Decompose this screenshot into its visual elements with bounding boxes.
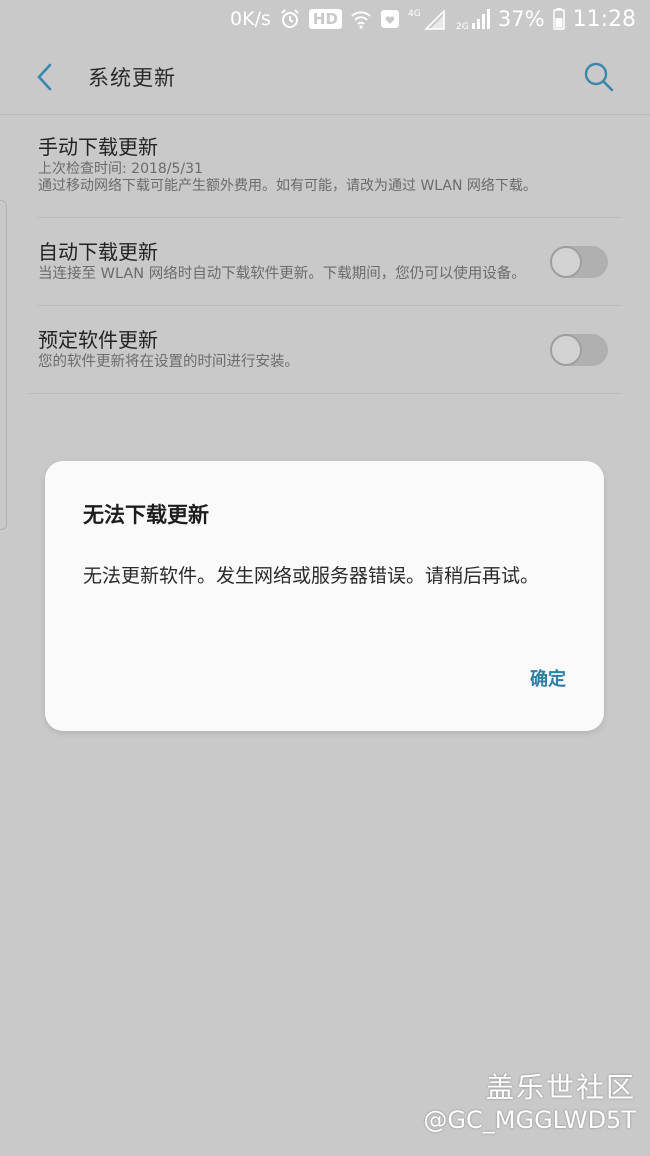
item-description: 您的软件更新将在设置的时间进行安装。 bbox=[38, 354, 299, 370]
wifi-icon bbox=[350, 9, 372, 29]
battery-percent: 37% bbox=[497, 7, 545, 31]
chevron-left-icon bbox=[37, 63, 52, 91]
watermark-user: @GC_MGGLWD5T bbox=[423, 1106, 636, 1134]
signal-4g-icon: 4G bbox=[408, 7, 448, 31]
hd-voice-badge: HD bbox=[308, 9, 342, 29]
item-title: 预定软件更新 bbox=[38, 328, 158, 352]
scheduled-update-toggle[interactable] bbox=[550, 333, 608, 366]
search-button[interactable] bbox=[582, 60, 616, 94]
dialog-title: 无法下载更新 bbox=[83, 503, 209, 527]
item-title: 自动下载更新 bbox=[38, 240, 158, 264]
auto-download-toggle[interactable] bbox=[550, 245, 608, 278]
status-bar: 0K/s HD 4G 2G 37% 11:28 bbox=[0, 0, 650, 38]
item-title: 手动下载更新 bbox=[38, 135, 158, 159]
settings-list: 手动下载更新 上次检查时间: 2018/5/31 通过移动网络下载可能产生额外费… bbox=[0, 115, 650, 394]
svg-text:4G: 4G bbox=[408, 9, 421, 19]
back-button[interactable] bbox=[30, 60, 60, 94]
page-title: 系统更新 bbox=[88, 66, 176, 90]
error-dialog: 无法下载更新 无法更新软件。发生网络或服务器错误。请稍后再试。 确定 bbox=[45, 461, 604, 731]
item-description: 当连接至 WLAN 网络时自动下载软件更新。下载期间，您仍可以使用设备。 bbox=[38, 266, 526, 282]
app-bar: 系统更新 bbox=[0, 38, 650, 115]
scheduled-update-item[interactable]: 预定软件更新 您的软件更新将在设置的时间进行安装。 bbox=[38, 305, 622, 393]
svg-text:2G: 2G bbox=[456, 22, 469, 31]
auto-download-item[interactable]: 自动下载更新 当连接至 WLAN 网络时自动下载软件更新。下载期间，您仍可以使用… bbox=[38, 217, 622, 305]
clock: 11:28 bbox=[572, 6, 636, 32]
manual-download-item[interactable]: 手动下载更新 上次检查时间: 2018/5/31 通过移动网络下载可能产生额外费… bbox=[38, 115, 622, 217]
dialog-message: 无法更新软件。发生网络或服务器错误。请稍后再试。 bbox=[83, 565, 540, 587]
toggle-knob bbox=[550, 333, 582, 366]
item-description: 通过移动网络下载可能产生额外费用。如有可能，请改为通过 WLAN 网络下载。 bbox=[38, 178, 537, 194]
search-icon bbox=[584, 62, 614, 92]
signal-2g-icon: 2G bbox=[456, 7, 490, 31]
toggle-knob bbox=[550, 245, 582, 278]
list-divider bbox=[28, 393, 622, 394]
watermark-community: 盖乐世社区 bbox=[485, 1071, 636, 1104]
battery-icon bbox=[552, 8, 565, 30]
heart-notification-icon bbox=[380, 9, 400, 29]
alarm-icon bbox=[279, 8, 301, 30]
network-speed: 0K/s bbox=[230, 8, 271, 30]
ok-button[interactable]: 确定 bbox=[530, 665, 566, 691]
last-check-time: 上次检查时间: 2018/5/31 bbox=[38, 161, 203, 177]
